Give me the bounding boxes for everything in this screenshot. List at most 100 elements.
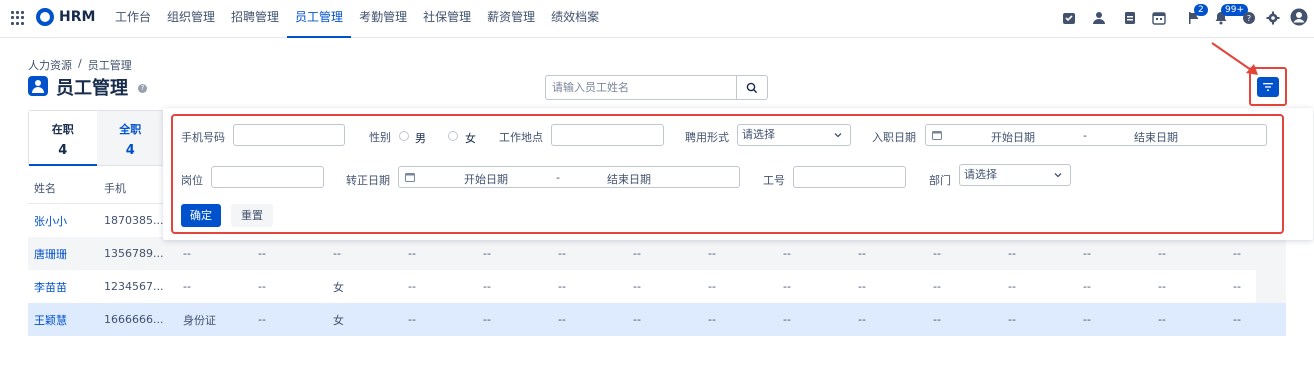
table-cell: -- [633,313,641,326]
table-cell: -- [783,280,791,293]
workplace-label: 工作地点 [499,131,543,144]
table-cell: -- [933,247,941,260]
search-button[interactable] [736,76,767,99]
calendar-icon [405,173,415,182]
tab-count: 4 [58,143,68,158]
gender-female-label[interactable]: 女 [465,130,476,146]
settings-gear-icon[interactable] [1265,10,1281,26]
help-circle-icon[interactable]: ? [1241,10,1257,26]
filter-toggle-button[interactable] [1257,77,1279,97]
regular-date-label: 转正日期 [346,174,390,187]
table-cell: -- [183,280,191,293]
filter-panel: 手机号码 性别 男 女 工作地点 聘用形式 请选择 入职日期 开始日期 - 结束… [163,108,1313,240]
employee-name-link[interactable]: 王颖慧 [28,312,104,328]
tab-label: 在职 [51,123,74,136]
employee-page-icon [28,76,48,96]
flag-icon[interactable]: 2 [1186,4,1208,26]
table-cell: -- [558,280,566,293]
col-header-name[interactable]: 姓名 [28,180,104,196]
calendar-icon[interactable] [1151,10,1167,26]
nav-item-recruitment[interactable]: 招聘管理 [223,0,287,38]
regular-date-start[interactable]: 开始日期 [464,171,508,187]
breadcrumb-root[interactable]: 人力资源 [28,57,72,73]
user-icon[interactable] [1091,10,1107,26]
chevron-down-icon [1054,173,1062,178]
table-cell: -- [1083,280,1091,293]
regular-date-end[interactable]: 结束日期 [607,171,651,187]
table-cell: -- [783,247,791,260]
table-cell: -- [1158,280,1166,293]
post-input[interactable] [211,166,324,188]
table-cell: -- [408,280,416,293]
workplace-input[interactable] [551,124,664,146]
breadcrumb: 人力资源 / 员工管理 [28,57,132,73]
tab-full-time[interactable]: 全职 4 [96,111,164,165]
app-launcher-icon[interactable] [11,11,25,25]
job-number-input[interactable] [793,166,906,188]
nav-item-organization[interactable]: 组织管理 [159,0,223,38]
nav-item-workbench[interactable]: 工作台 [107,0,159,38]
nav-item-performance[interactable]: 绩效档案 [543,0,607,38]
app-name[interactable]: HRM [59,9,95,25]
table-cell: -- [633,247,641,260]
title-help-icon[interactable]: ? [138,84,147,93]
table-cell: -- [708,247,716,260]
department-select[interactable]: 请选择 [959,164,1071,186]
table-cell: -- [858,280,866,293]
confirm-button[interactable]: 确定 [181,204,221,227]
employment-type-label: 聘用形式 [685,131,729,144]
breadcrumb-current: 员工管理 [87,59,132,72]
employee-name-link[interactable]: 张小小 [28,213,104,229]
hire-date-separator: - [1083,129,1087,142]
table-cell: -- [1008,280,1016,293]
department-label: 部门 [929,174,951,187]
table-cell: -- [408,247,416,260]
table-cell: -- [933,280,941,293]
nav-item-attendance[interactable]: 考勤管理 [351,0,415,38]
table-cell: -- [558,247,566,260]
table-row[interactable]: 唐珊珊 1356789... -- -- -- -- -- -- -- -- -- -- -- -- -- -… [28,237,1286,270]
nav-item-employees[interactable]: 员工管理 [287,0,352,38]
regular-date-range-picker[interactable]: 开始日期 - 结束日期 [398,166,740,188]
employee-phone: 1356789... [104,247,164,260]
reset-button[interactable]: 重置 [231,204,273,227]
hrm-logo-icon [36,8,54,26]
employment-type-select[interactable]: 请选择 [737,124,851,146]
document-icon[interactable] [1122,10,1138,26]
chevron-down-icon [834,133,842,138]
table-cell: -- [1158,313,1166,326]
table-cell: -- [483,247,491,260]
table-cell: -- [1233,280,1241,293]
tab-in-service[interactable]: 在职 4 [29,111,97,165]
search-input[interactable] [546,76,736,99]
post-label: 岗位 [181,174,203,187]
task-check-icon[interactable] [1061,10,1077,26]
avatar-icon[interactable] [1290,8,1308,26]
employee-phone: 1234567... [104,280,164,293]
hire-date-start[interactable]: 开始日期 [991,129,1035,145]
hire-date-range-picker[interactable]: 开始日期 - 结束日期 [925,124,1267,146]
employee-name-link[interactable]: 李苗苗 [28,279,104,295]
table-row[interactable]: 王颖慧 1666666... 身份证 -- 女 -- -- -- -- -- -- -- -- -- -- -… [28,303,1286,336]
search-icon [746,82,758,93]
table-cell: -- [258,280,266,293]
table-cell: 女 [333,313,344,327]
table-cell: -- [483,280,491,293]
table-cell: -- [1233,247,1241,260]
gender-male-radio[interactable] [399,131,409,141]
employee-search [545,75,768,100]
nav-item-social-security[interactable]: 社保管理 [415,0,479,38]
employee-name-link[interactable]: 唐珊珊 [28,246,104,262]
table-cell: -- [1008,313,1016,326]
gender-male-label[interactable]: 男 [415,130,426,146]
table-cell: -- [783,313,791,326]
phone-input[interactable] [233,124,345,146]
gender-female-radio[interactable] [448,131,458,141]
hire-date-end[interactable]: 结束日期 [1134,129,1178,145]
table-cell: -- [633,280,641,293]
bell-icon[interactable]: 99+ [1213,4,1248,26]
nav-item-payroll[interactable]: 薪资管理 [479,0,543,38]
table-row[interactable]: 李苗苗 1234567... -- -- 女 -- -- -- -- -- -- -- -- -- -- --… [28,270,1286,303]
phone-label: 手机号码 [181,131,225,144]
filter-icon [1263,83,1273,91]
